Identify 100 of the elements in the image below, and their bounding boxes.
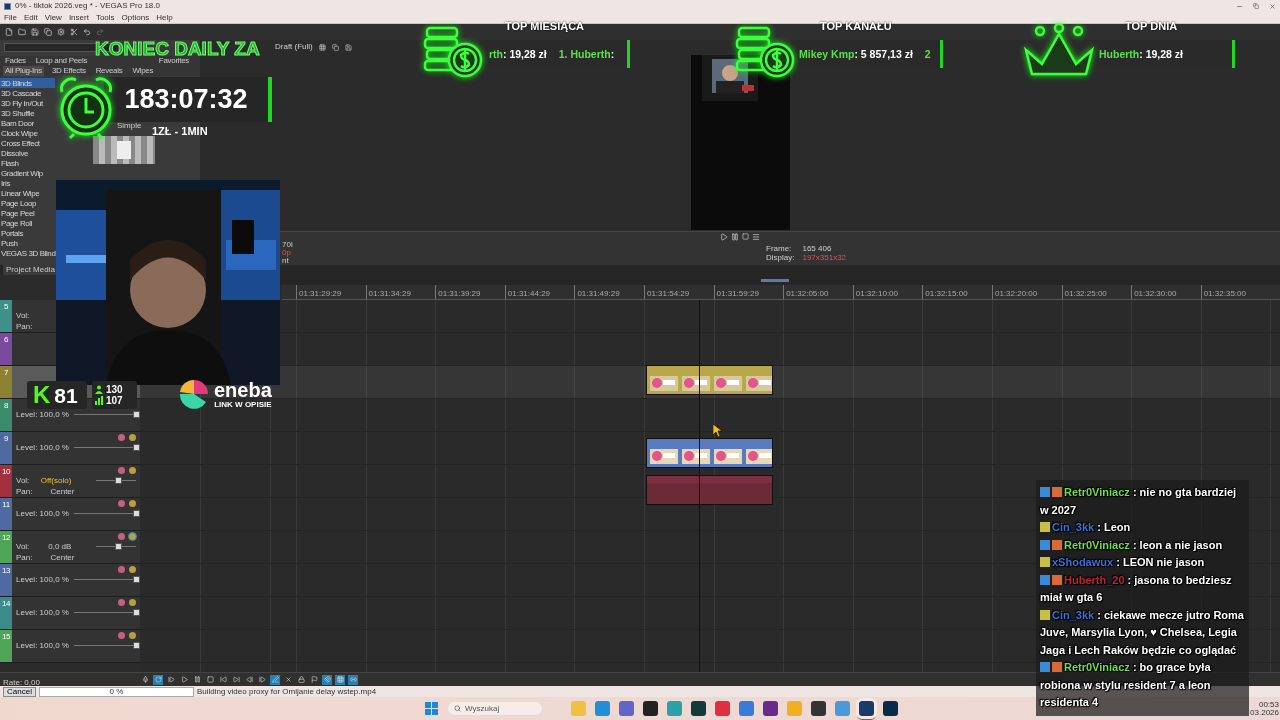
next-icon[interactable] bbox=[231, 674, 241, 685]
menu-item[interactable]: Tools bbox=[95, 13, 115, 22]
transition-item[interactable]: 3D Fly In/Out bbox=[0, 98, 55, 108]
menu-item[interactable]: Insert bbox=[68, 13, 89, 22]
lock-icon[interactable] bbox=[296, 674, 306, 685]
pause-icon[interactable] bbox=[192, 674, 202, 685]
mute-icon[interactable] bbox=[118, 500, 125, 507]
transition-item[interactable]: Page Roll bbox=[0, 218, 55, 228]
overlay-icon[interactable] bbox=[318, 43, 326, 51]
transition-item[interactable]: Page Peel bbox=[0, 208, 55, 218]
play-from-start-icon[interactable] bbox=[166, 674, 176, 685]
taskbar-app-icon[interactable] bbox=[763, 701, 778, 716]
mute-icon[interactable] bbox=[118, 467, 125, 474]
tab[interactable]: 3D Effects bbox=[49, 66, 88, 76]
copy-frame-icon[interactable] bbox=[331, 43, 339, 51]
transition-item[interactable]: 3D Cascade bbox=[0, 88, 55, 98]
transition-item[interactable]: Cross Effect bbox=[0, 138, 55, 148]
marker-icon[interactable] bbox=[309, 674, 319, 685]
transition-item[interactable]: Gradient Wip bbox=[0, 168, 55, 178]
solo-icon[interactable] bbox=[129, 599, 136, 606]
timeline-ruler[interactable]: 01:31:29:29 01:31:34:29 01:31:39:29 01:31:44:29 01:31:49:29 01:31:54:29 01:31:59:29 01:32:05:00 01:32:10:00 01:32:15:00 01:32:20:00 01:32:25:00 01:32:30:00 01:32:35:00 bbox=[282, 285, 1280, 300]
zoom-bar[interactable] bbox=[761, 278, 789, 282]
tab[interactable]: Loop and Peels bbox=[33, 56, 90, 66]
menu-item[interactable]: Options bbox=[121, 13, 150, 22]
preview-quality-dropdown[interactable]: Draft (Full) bbox=[275, 43, 313, 51]
preset-thumbnail[interactable] bbox=[93, 136, 155, 164]
menu-item[interactable]: View bbox=[44, 13, 62, 22]
solo-icon[interactable] bbox=[129, 632, 136, 639]
pause-icon[interactable] bbox=[731, 232, 739, 241]
cancel-button[interactable]: Cancel bbox=[3, 686, 36, 697]
loop-icon[interactable] bbox=[153, 674, 163, 685]
menu-item[interactable]: Edit bbox=[23, 13, 38, 22]
transition-item[interactable]: Push bbox=[0, 238, 55, 248]
transition-item[interactable]: Dissolve bbox=[0, 148, 55, 158]
cut-icon[interactable] bbox=[70, 28, 78, 36]
open-folder-icon[interactable] bbox=[18, 28, 26, 36]
slider-thumb[interactable] bbox=[132, 576, 140, 583]
taskbar-app-icon[interactable] bbox=[883, 701, 898, 716]
stop-icon[interactable] bbox=[742, 233, 749, 240]
clip-header[interactable] bbox=[647, 366, 772, 373]
mute-icon[interactable] bbox=[118, 632, 125, 639]
slider-thumb[interactable] bbox=[132, 510, 140, 517]
transition-item[interactable]: Linear Wipe bbox=[0, 188, 55, 198]
taskbar-app-icon[interactable] bbox=[691, 701, 706, 716]
transition-item[interactable]: Barn Door bbox=[0, 118, 55, 128]
tab[interactable]: All Plug-Ins bbox=[3, 66, 44, 76]
search-field[interactable]: Wyszukaj bbox=[447, 701, 543, 716]
copy-icon[interactable] bbox=[44, 28, 52, 36]
close-icon[interactable] bbox=[1269, 2, 1276, 10]
frame-back-icon[interactable] bbox=[244, 674, 254, 685]
slider-thumb[interactable] bbox=[132, 642, 140, 649]
settings-icon[interactable] bbox=[57, 28, 65, 36]
solo-icon[interactable] bbox=[129, 434, 136, 441]
save-icon[interactable] bbox=[31, 28, 39, 36]
menu-icon[interactable] bbox=[752, 232, 760, 241]
solo-icon[interactable] bbox=[129, 500, 136, 507]
mute-icon[interactable] bbox=[118, 533, 125, 540]
audio-clip[interactable] bbox=[646, 475, 773, 505]
clip-header[interactable] bbox=[647, 439, 772, 446]
frame-forward-icon[interactable] bbox=[257, 674, 267, 685]
transition-item[interactable]: VEGAS 3D Blind bbox=[0, 248, 55, 258]
video-clip[interactable] bbox=[646, 365, 773, 395]
transition-item[interactable]: 3D Shuffle bbox=[0, 108, 55, 118]
slider-thumb[interactable] bbox=[132, 609, 140, 616]
slider-thumb[interactable] bbox=[132, 444, 140, 451]
taskbar-app-icon[interactable] bbox=[643, 701, 658, 716]
transition-item[interactable]: Clock Wipe bbox=[0, 128, 55, 138]
video-clip[interactable] bbox=[646, 438, 773, 468]
solo-icon[interactable] bbox=[129, 467, 136, 474]
grid-icon[interactable] bbox=[335, 674, 345, 685]
previous-icon[interactable] bbox=[218, 674, 228, 685]
tab[interactable]: Favorites bbox=[156, 56, 191, 66]
transition-item[interactable]: Flash bbox=[0, 158, 55, 168]
ripple-icon[interactable] bbox=[348, 674, 358, 685]
transition-item[interactable]: 3D Blinds bbox=[0, 78, 55, 88]
tab[interactable]: Wipes bbox=[130, 66, 156, 76]
new-file-icon[interactable] bbox=[5, 28, 13, 36]
start-icon[interactable] bbox=[425, 702, 438, 715]
menu-item[interactable]: Help bbox=[156, 13, 173, 22]
undo-icon[interactable] bbox=[83, 28, 91, 36]
record-icon[interactable] bbox=[140, 674, 150, 685]
mute-icon[interactable] bbox=[118, 599, 125, 606]
redo-icon[interactable] bbox=[96, 28, 104, 36]
transition-item[interactable]: Page Loop bbox=[0, 198, 55, 208]
slider-thumb[interactable] bbox=[114, 477, 122, 484]
play-icon[interactable] bbox=[720, 232, 728, 241]
transition-item[interactable]: Portals bbox=[0, 228, 55, 238]
play-icon[interactable] bbox=[179, 674, 189, 685]
transition-item[interactable]: Iris bbox=[0, 178, 55, 188]
mute-icon[interactable] bbox=[118, 566, 125, 573]
delete-icon[interactable] bbox=[283, 674, 293, 685]
tab[interactable]: Project Media bbox=[3, 265, 58, 275]
stop-icon[interactable] bbox=[205, 674, 215, 685]
snap-icon[interactable] bbox=[322, 674, 332, 685]
tab[interactable]: Fades bbox=[3, 56, 28, 66]
mute-icon[interactable] bbox=[118, 434, 125, 441]
edit-tool-icon[interactable] bbox=[270, 674, 280, 685]
solo-icon[interactable] bbox=[129, 566, 136, 573]
taskbar-app-icon[interactable] bbox=[811, 701, 826, 716]
slider-thumb[interactable] bbox=[114, 543, 122, 550]
